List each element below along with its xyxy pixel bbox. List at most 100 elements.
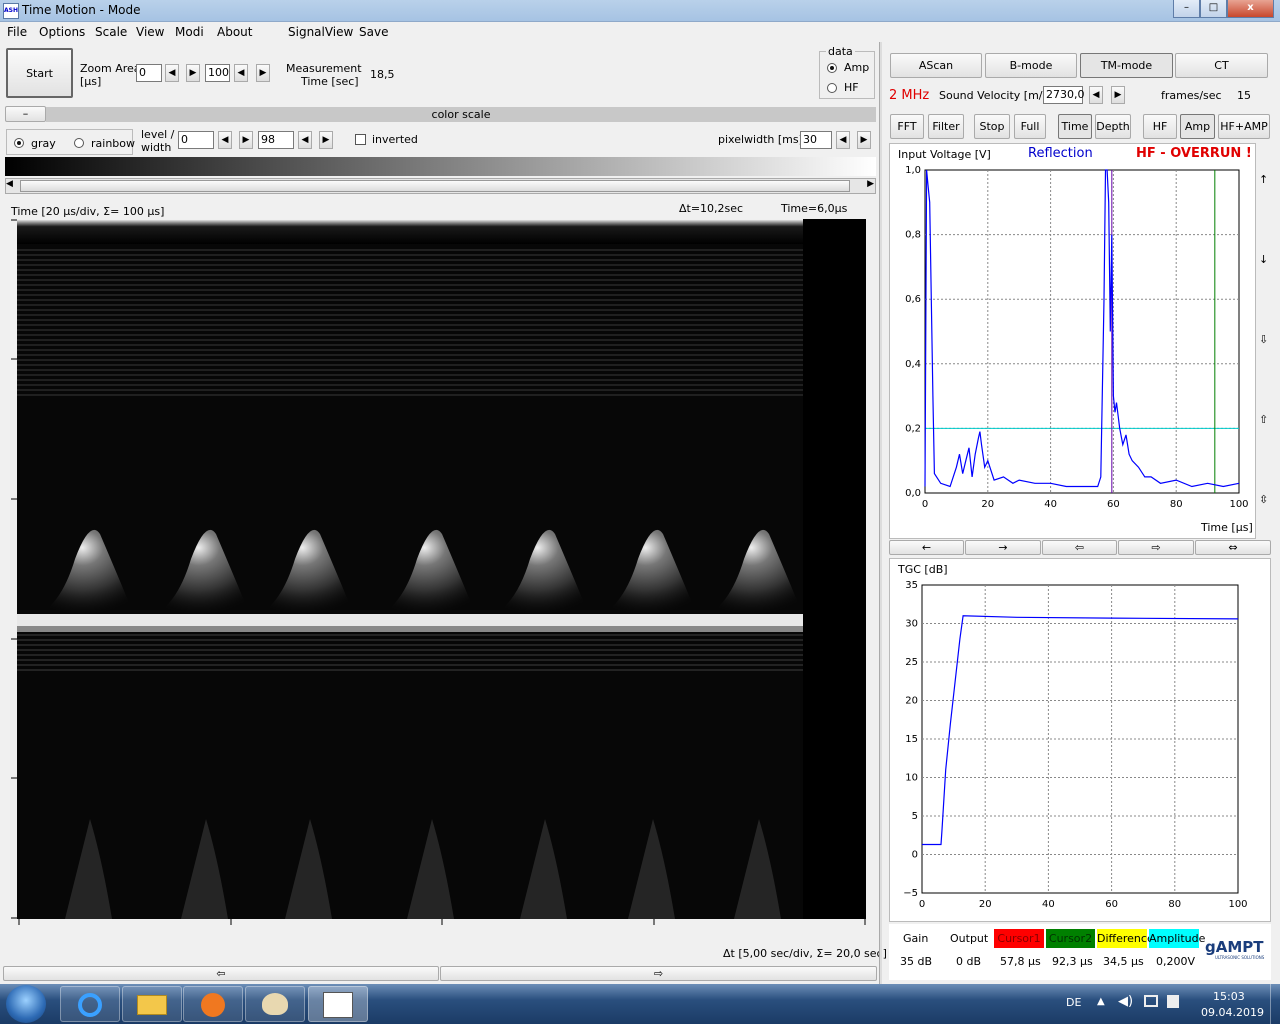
pixelwidth-input[interactable]: 30 [800,131,832,149]
media-player-icon[interactable] [183,986,243,1022]
arrow-up-icon[interactable]: ↑ [1259,173,1268,186]
gampt-logo: gAMPT [1205,938,1264,956]
ascan-shrink-button[interactable]: ⇦ [1042,540,1117,555]
clock-time[interactable]: 15:03 [1213,990,1245,1003]
zoom-to-dec[interactable]: ◀ [234,64,248,82]
difference-label[interactable]: Difference [1097,929,1154,948]
ascan-left-button[interactable]: ← [889,540,964,555]
rainbow-radio[interactable] [74,138,84,148]
slider-thumb[interactable] [20,180,850,192]
hf-button[interactable]: HF [1143,114,1177,139]
pixelwidth-dec[interactable]: ◀ [836,131,850,149]
inverted-label: inverted [372,133,418,146]
sound-velocity-input[interactable]: 2730,0 [1043,86,1085,104]
network-icon[interactable] [1144,995,1158,1007]
amp-radio[interactable] [827,63,837,73]
frequency-label: 2 MHz [889,88,930,103]
start-orb-icon[interactable] [6,985,46,1023]
menu-scale[interactable]: Scale [95,25,127,39]
menu-signalview[interactable]: SignalView [288,25,353,39]
tab-ct[interactable]: CT [1175,53,1268,78]
menu-about[interactable]: About [217,25,252,39]
zoom-area-label: Zoom Area [80,62,141,75]
paint-icon[interactable] [245,986,305,1022]
sound-velocity-dec[interactable]: ◀ [1089,86,1103,104]
hf-radio[interactable] [827,83,837,93]
ascan-expand-button[interactable]: ⇨ [1118,540,1194,555]
gray-gradient-bar [5,157,876,176]
level-input[interactable]: 0 [178,131,214,149]
ascan-chart[interactable]: 0 20 40 60 80 100 1,0 0,8 0,6 0,4 0,2 0,0 [890,144,1257,540]
menu-save[interactable]: Save [359,25,388,39]
window-title: Time Motion - Mode [22,3,141,17]
color-scale-slider[interactable]: ◀ ▶ [5,178,876,194]
stop-button[interactable]: Stop [974,114,1010,139]
level-dec[interactable]: ◀ [218,131,232,149]
zoom-to-inc[interactable]: ▶ [256,64,270,82]
gray-radio[interactable] [14,138,24,148]
menu-file[interactable]: File [7,25,27,39]
tab-bmode[interactable]: B-mode [985,53,1077,78]
tm-scroll-right[interactable]: ⇨ [440,966,877,981]
x-tick-label: 60 [1107,499,1120,510]
amplitude-label[interactable]: Amplitude [1149,929,1205,948]
plot-area [924,169,1240,494]
amp-button[interactable]: Amp [1180,114,1215,139]
width-dec[interactable]: ◀ [298,131,312,149]
minimize-button[interactable]: – [1173,0,1200,18]
time-button[interactable]: Time [1058,114,1092,139]
close-button[interactable]: x [1227,0,1274,18]
menu-modi[interactable]: Modi [175,25,204,39]
tray-expand-icon[interactable]: ▲ [1097,996,1105,1007]
tgc-chart[interactable]: 0 20 40 60 80 10035302520151050−5 [890,559,1272,923]
cursor2-label[interactable]: Cursor2 [1046,929,1095,948]
scale-down-icon[interactable]: ⇩ [1259,333,1268,346]
explorer-icon[interactable] [122,986,182,1022]
depth-button[interactable]: Depth [1095,114,1131,139]
clock-date[interactable]: 09.04.2019 [1201,1006,1264,1019]
y-tick-label: 1,0 [905,165,921,176]
show-desktop-button[interactable] [1270,984,1280,1024]
tab-tmmode[interactable]: TM-mode [1080,53,1173,78]
menu-options[interactable]: Options [39,25,85,39]
volume-icon[interactable]: ◀) [1118,994,1133,1009]
language-indicator[interactable]: DE [1066,996,1081,1009]
scale-up-icon[interactable]: ⇧ [1259,413,1268,426]
slider-right-arrow[interactable]: ▶ [867,179,874,189]
tm-scroll-left[interactable]: ⇦ [3,966,439,981]
pixelwidth-inc[interactable]: ▶ [857,131,871,149]
slider-left-arrow[interactable]: ◀ [6,179,13,189]
maximize-button[interactable]: □ [1200,0,1227,18]
scale-reset-icon[interactable]: ⇳ [1259,493,1268,506]
fft-button[interactable]: FFT [890,114,924,139]
filter-button[interactable]: Filter [928,114,964,139]
y-tick-label: 10 [905,773,918,784]
output-label: Output [950,932,989,945]
color-scale-header: color scale [46,107,876,122]
start-button[interactable]: Start [6,48,73,98]
level-inc[interactable]: ▶ [239,131,253,149]
zoom-from-input[interactable]: 0 [136,64,162,82]
collapse-button[interactable]: – [5,106,46,122]
tab-ascan[interactable]: AScan [890,53,982,78]
action-center-icon[interactable] [1167,995,1179,1008]
ascan-right-button[interactable]: → [965,540,1041,555]
ie-icon[interactable] [60,986,120,1022]
menu-view[interactable]: View [136,25,164,39]
level-label: level / [141,128,175,141]
zoom-from-dec[interactable]: ◀ [165,64,179,82]
cursor1-label[interactable]: Cursor1 [994,929,1044,948]
sound-velocity-inc[interactable]: ▶ [1111,86,1125,104]
inverted-checkbox[interactable] [355,134,366,145]
zoom-from-inc[interactable]: ▶ [186,64,200,82]
width-input[interactable]: 98 [258,131,294,149]
hf-amp-button[interactable]: HF+AMP [1218,114,1270,139]
arrow-down-icon[interactable]: ↓ [1259,253,1268,266]
zoom-to-input[interactable]: 100 [205,64,230,82]
full-button[interactable]: Full [1014,114,1046,139]
ash-app-icon[interactable] [308,986,368,1022]
width-label: width [141,141,172,154]
ascan-fit-button[interactable]: ⇔ [1195,540,1271,555]
time-motion-image[interactable] [17,219,866,919]
width-inc[interactable]: ▶ [319,131,333,149]
